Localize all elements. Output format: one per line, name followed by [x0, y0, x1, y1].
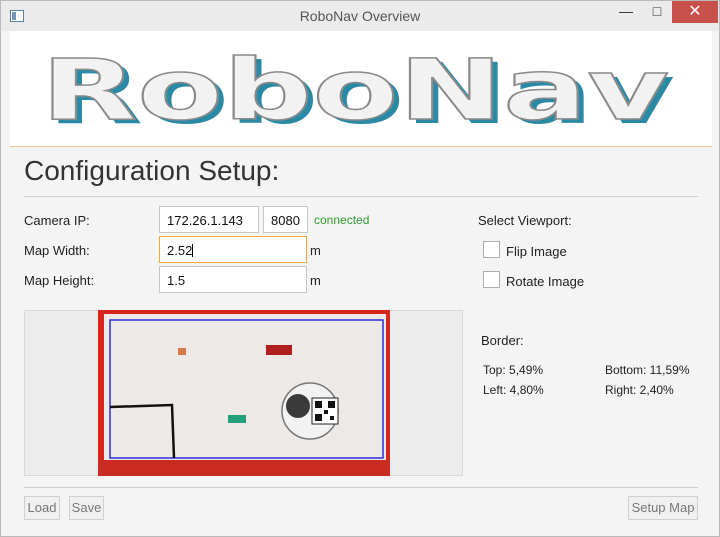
border-label: Border: — [481, 333, 524, 348]
flip-image-label[interactable]: Flip Image — [506, 244, 567, 259]
text-caret — [192, 244, 194, 257]
map-height-input[interactable]: 1.5 — [159, 266, 307, 293]
map-width-input[interactable]: 2.52 — [159, 236, 307, 263]
setup-map-button[interactable]: Setup Map — [628, 496, 698, 520]
camera-image — [98, 310, 390, 476]
header-divider — [24, 196, 698, 197]
close-button[interactable]: ✕ — [672, 1, 718, 23]
border-right-value: Right: 2,40% — [605, 383, 674, 397]
rotate-image-checkbox[interactable] — [483, 271, 500, 288]
svg-text:RoboNav: RoboNav — [41, 41, 669, 139]
robonav-logo: RoboNav RoboNav — [41, 41, 675, 141]
connection-status: connected — [314, 213, 370, 227]
rotate-image-label[interactable]: Rotate Image — [506, 274, 584, 289]
footer-divider — [24, 487, 698, 488]
maximize-button[interactable]: □ — [643, 1, 671, 23]
border-bottom-value: Bottom: 11,59% — [605, 363, 690, 377]
border-top-value: Top: 5,49% — [483, 363, 544, 377]
banner-divider — [10, 146, 712, 147]
save-button[interactable]: Save — [69, 496, 104, 520]
map-width-unit: m — [310, 243, 321, 258]
main-window: RoboNav Overview — □ ✕ RoboNav RoboNav C… — [0, 0, 720, 537]
map-width-label: Map Width: — [24, 243, 90, 258]
page-title: Configuration Setup: — [24, 155, 280, 186]
camera-ip-label: Camera IP: — [24, 213, 90, 228]
map-height-unit: m — [310, 273, 321, 288]
camera-ip-input[interactable]: 172.26.1.143 — [159, 206, 259, 233]
map-height-label: Map Height: — [24, 273, 95, 288]
border-left-value: Left: 4,80% — [483, 383, 544, 397]
flip-image-checkbox[interactable] — [483, 241, 500, 258]
minimize-button[interactable]: — — [612, 1, 640, 23]
load-button[interactable]: Load — [24, 496, 60, 520]
map-width-value: 2.52 — [167, 243, 193, 258]
select-viewport-label: Select Viewport: — [478, 213, 572, 228]
title-bar[interactable]: RoboNav Overview — □ ✕ — [1, 1, 719, 31]
camera-port-input[interactable]: 8080 — [263, 206, 308, 233]
